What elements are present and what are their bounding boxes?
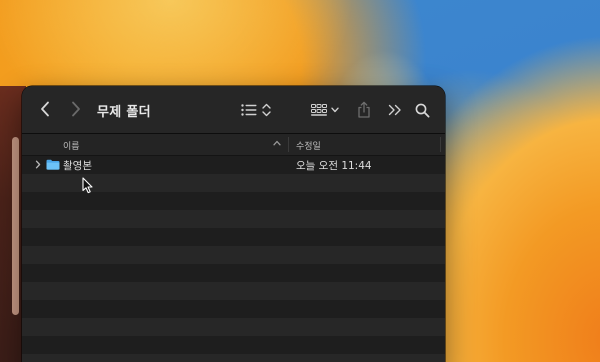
column-divider[interactable] — [440, 137, 441, 152]
disclosure-chevron-icon[interactable] — [35, 160, 41, 172]
empty-row — [22, 318, 445, 336]
search-icon — [415, 103, 429, 117]
group-button[interactable] — [310, 102, 328, 118]
window-title: 무제 폴더 — [97, 105, 151, 120]
chevron-down-icon — [331, 107, 339, 113]
more-toolbar-button[interactable] — [387, 102, 403, 118]
empty-row — [22, 228, 445, 246]
file-date-modified: 오늘 오전 11:44 — [296, 160, 372, 172]
forward-button[interactable] — [67, 100, 85, 118]
file-name: 촬영본 — [63, 160, 92, 172]
empty-row — [22, 246, 445, 264]
empty-row — [22, 210, 445, 228]
empty-row — [22, 336, 445, 354]
grid-group-icon — [311, 104, 327, 116]
chevron-right-icon — [72, 101, 80, 117]
chevron-left-icon — [41, 101, 49, 117]
empty-row — [22, 300, 445, 318]
empty-row — [22, 282, 445, 300]
list-item[interactable]: 촬영본 오늘 오전 11:44 — [22, 156, 445, 174]
share-button[interactable] — [355, 99, 373, 119]
view-options-button[interactable] — [260, 101, 272, 119]
back-button[interactable] — [36, 100, 54, 118]
toolbar: 무제 폴더 — [22, 86, 445, 134]
updown-chevron-icon — [261, 103, 271, 117]
share-icon — [358, 101, 370, 118]
empty-row — [22, 264, 445, 282]
empty-row — [22, 354, 445, 362]
view-list-button[interactable] — [240, 102, 258, 118]
column-divider[interactable] — [288, 137, 289, 152]
background-window-scrollbar[interactable] — [12, 137, 19, 315]
date-modified-column-header[interactable]: 수정일 — [296, 139, 321, 152]
folder-icon — [46, 159, 60, 173]
sort-ascending-icon[interactable] — [273, 139, 281, 149]
column-header: 이름 수정일 — [22, 134, 445, 156]
group-dropdown-button[interactable] — [330, 104, 340, 116]
finder-window: 무제 폴더 이름 수정일 촬영본 오늘 오전 11:44 — [22, 86, 445, 362]
double-chevron-right-icon — [388, 104, 401, 116]
list-view-icon — [241, 104, 257, 116]
name-column-header[interactable]: 이름 — [63, 139, 80, 152]
mouse-pointer-icon — [82, 177, 94, 198]
search-button[interactable] — [413, 101, 431, 119]
